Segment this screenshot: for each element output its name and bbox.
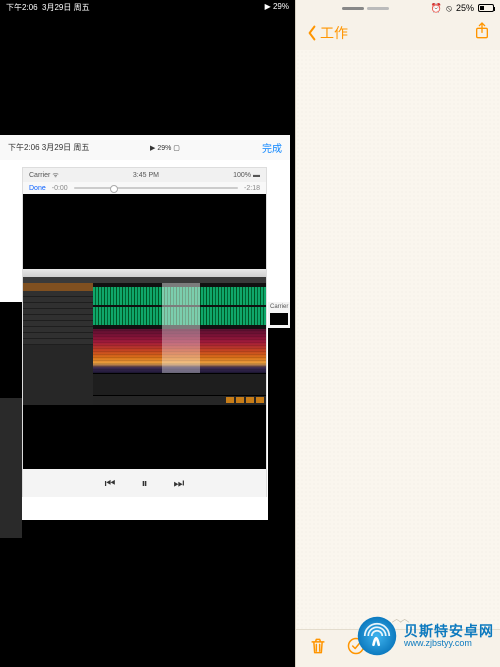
watermark: 贝斯特安卓网 www.zjbstyy.com [356, 615, 494, 657]
pause-button[interactable]: ⏸ [141, 476, 147, 491]
video-letterbox-bottom [23, 405, 266, 469]
notes-nav-bar: 工作 [296, 16, 500, 50]
notes-share-button[interactable] [474, 21, 490, 46]
daw-body [23, 283, 266, 405]
alarm-icon: ⏰ [431, 3, 442, 14]
daw-track-panel [23, 283, 93, 405]
player-time: 3:45 PM [133, 172, 159, 179]
notes-back-label: 工作 [320, 23, 348, 43]
video-letterbox-top [23, 194, 266, 269]
peek-carrier: Carrier [270, 304, 288, 310]
daw-track-row [23, 339, 93, 345]
modal-status-right: ▶ 29% ▢ [150, 144, 180, 152]
modal-status-left: 下午2:06 3月29日 周五 [8, 142, 89, 153]
notes-app-pane: ⏰ ⦸ 25% 工作 ︿︿ [295, 0, 500, 667]
daw-window-titlebar [23, 269, 266, 277]
player-scrub-bar: Done -0:00 -2:18 [23, 182, 266, 194]
dnd-icon: ⦸ [446, 3, 452, 14]
player-remaining: -2:18 [244, 185, 260, 192]
multitask-pill-icon[interactable] [367, 7, 389, 10]
outer-ipad-status-bar: 下午2:06 3月29日 周五 ▶ 29% [0, 0, 295, 14]
prev-track-button[interactable]: ⏮ [105, 476, 116, 491]
status-time: 下午2:06 3月29日 周五 [6, 2, 90, 12]
multitask-pill-icon[interactable] [342, 7, 364, 10]
player-transport-controls: ⏮ ⏸ ⏭ [23, 469, 266, 497]
next-track-button[interactable]: ⏭ [174, 476, 185, 491]
player-status-bar: Carrier ᯤ 3:45 PM 100% ▬ [23, 168, 266, 182]
daw-status-bar [93, 395, 266, 405]
notes-delete-button[interactable] [308, 636, 328, 661]
share-icon [474, 21, 490, 41]
player-battery: 100% ▬ [233, 172, 260, 179]
daw-timeline-panel [93, 373, 266, 395]
player-video-area [23, 194, 266, 469]
notes-editor-body[interactable] [296, 50, 500, 629]
daw-waveform [93, 283, 266, 329]
left-split-pane: 下午2:06 3月29日 周五 ▶ 29% 下午2:06 3月29日 周五 ▶ … [0, 0, 295, 667]
waveform-selection [162, 283, 200, 329]
watermark-logo-icon [356, 615, 398, 657]
player-carrier: Carrier ᯤ [29, 171, 59, 180]
chevron-left-icon [306, 25, 318, 41]
trash-icon [308, 636, 328, 656]
daw-screenshot [23, 269, 266, 405]
watermark-url: www.zjbstyy.com [404, 639, 494, 648]
daw-editor-panel [93, 283, 266, 405]
spectrogram-selection [162, 329, 200, 373]
daw-panel-header [23, 283, 93, 291]
battery-percent: 25% [456, 3, 474, 13]
player-done-button[interactable]: Done [29, 185, 46, 192]
watermark-name: 贝斯特安卓网 [404, 624, 494, 639]
modal-inner-status: 下午2:06 3月29日 周五 [8, 142, 89, 153]
media-player-card[interactable]: Carrier ᯤ 3:45 PM 100% ▬ Done -0:00 -2:1… [22, 167, 267, 497]
player-scrubber[interactable] [74, 187, 238, 189]
carousel-next-peek[interactable]: Carrier [268, 302, 290, 632]
status-indicators: ▶ 29% [265, 2, 289, 12]
notes-back-button[interactable]: 工作 [306, 23, 348, 43]
photo-browser-modal: 下午2:06 3月29日 周五 ▶ 29% ▢ 完成 Carrier Carri… [0, 135, 290, 520]
battery-icon [478, 4, 494, 12]
ipad-status-bar-right: ⏰ ⦸ 25% [296, 0, 500, 16]
modal-header: 下午2:06 3月29日 周五 ▶ 29% ▢ 完成 [0, 135, 290, 160]
peek-mini-header: Carrier [268, 302, 290, 328]
watermark-text: 贝斯特安卓网 www.zjbstyy.com [404, 624, 494, 648]
daw-spectrogram [93, 329, 266, 373]
player-elapsed: -0:00 [52, 185, 68, 192]
carousel-prev-peek[interactable] [0, 302, 22, 632]
modal-done-button[interactable]: 完成 [262, 140, 282, 155]
